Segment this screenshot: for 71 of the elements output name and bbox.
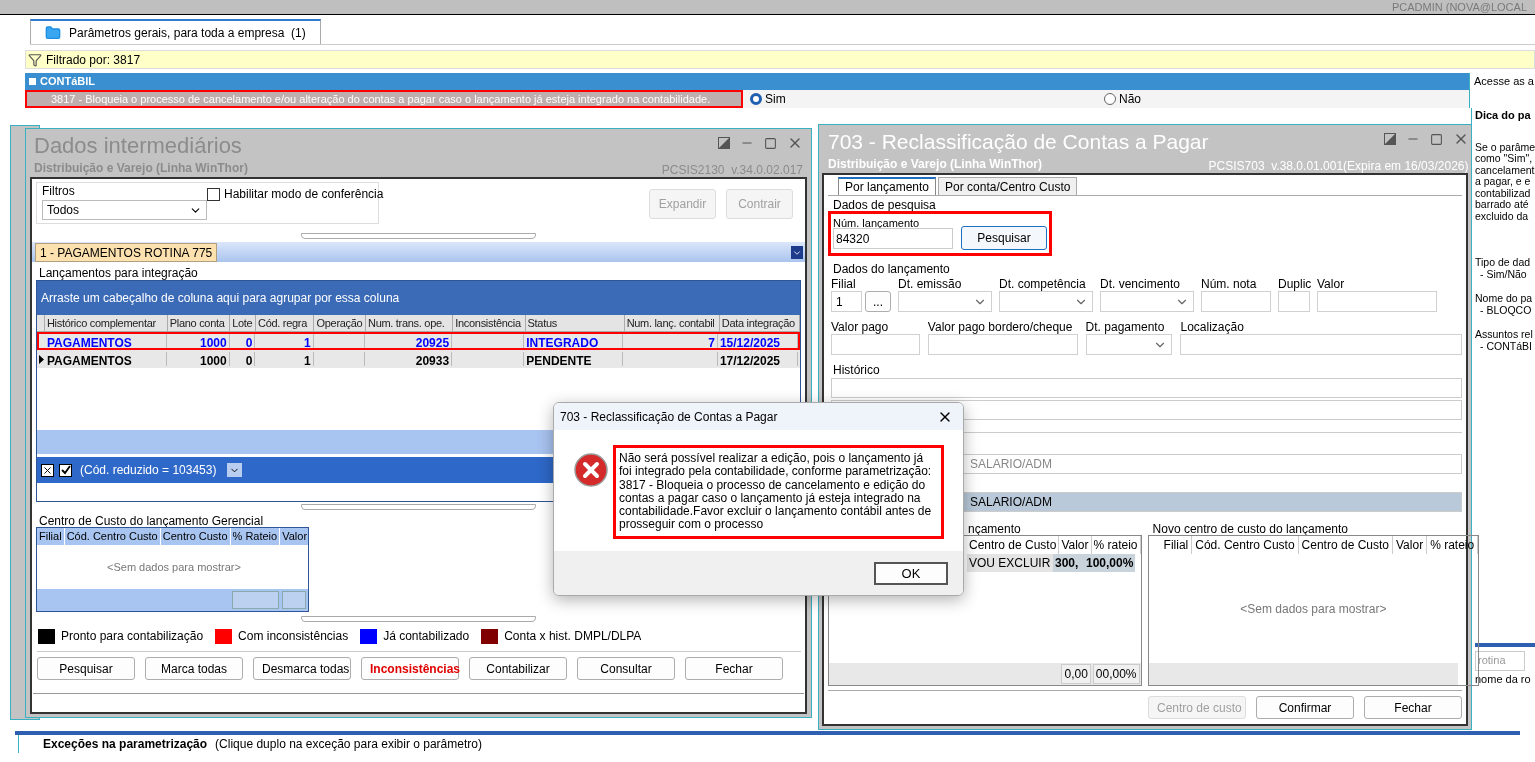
grid-cell: 0 xyxy=(229,352,256,366)
user-label: PCADMIN (NOVA@LOCAL xyxy=(1391,0,1527,14)
group-label: Dados de pesquisa xyxy=(833,197,937,211)
grid-cell: VOU EXCLUIR xyxy=(967,554,1053,572)
hint-text: Se o parâme como "Sim", cancelament a pagar, e e contabilizad barrado até excluido da xyxy=(1475,141,1535,222)
grid-cell: 20933 xyxy=(365,352,453,366)
grid-cell: 15/12/2025 xyxy=(717,334,798,348)
group-label: Filtros xyxy=(42,185,75,197)
grid-cell: 300, xyxy=(1053,554,1084,572)
grid-cell: 1 xyxy=(255,352,314,366)
empty-message: <Sem dados para mostrar> xyxy=(107,559,241,575)
total-cell: 0,00 xyxy=(1061,664,1091,684)
hint-label: Assuntos rel xyxy=(1475,329,1534,341)
field-label: Núm. lançamento xyxy=(833,216,921,228)
total-cell: 00,00% xyxy=(1092,664,1140,684)
field-label: Dt. emissão xyxy=(898,276,963,291)
hint-value: - BLOQCO xyxy=(1479,304,1533,316)
legend-label: Conta x hist. DMPL/DLPA xyxy=(504,628,642,645)
grid-cell: INTEGRADO xyxy=(524,334,624,348)
radio-label: Sim xyxy=(765,91,786,108)
group-label: Centro de Custo do lançamento Gerencial xyxy=(39,513,264,527)
field-label: Localização xyxy=(1180,319,1245,334)
grid-cell: PAGAMENTOS xyxy=(44,334,168,348)
filter-text: (Cód. reduzido = 103453) xyxy=(80,462,217,479)
empty-message: <Sem dados para mostrar> xyxy=(1240,600,1387,618)
grid-cell: 17/12/2025 xyxy=(717,352,798,366)
window-title: 703 - Reclassificação de Contas a Pagar xyxy=(828,129,1209,155)
field-label: Duplic xyxy=(1278,276,1310,291)
exceptions-note: (Clique duplo na exceção para exibir o parâmetro) xyxy=(215,736,482,753)
radio-label: Não xyxy=(1119,91,1141,108)
group-label: Novo centro de custo do lançamento xyxy=(1152,521,1349,535)
legend-label: Já contabilizado xyxy=(383,628,470,645)
group-label: nçamento xyxy=(968,521,1021,535)
group-title: CONTáBIL xyxy=(40,74,95,90)
field-label: Valor pago xyxy=(831,319,890,334)
hint-title: Dica do pa xyxy=(1475,110,1532,122)
hint-header: Acesse as a xyxy=(1474,74,1535,89)
field-label: Dt. competência xyxy=(999,276,1087,291)
field-label: Filial xyxy=(831,276,857,291)
hint-label: Nome do pa xyxy=(1475,293,1534,305)
hint-value: - CONTáBI xyxy=(1479,340,1533,352)
field-label: Histórico xyxy=(833,362,881,378)
field-label: Núm. nota xyxy=(1201,276,1258,291)
grid-cell: 1000 xyxy=(167,352,230,366)
grid-cell: 1000 xyxy=(167,334,230,348)
exceptions-title: Exceções na parametrização xyxy=(43,736,208,753)
group-label: Lançamentos para integração xyxy=(39,265,198,280)
grid-cell: 7 xyxy=(623,334,718,348)
hint-label: Tipo de dad xyxy=(1475,257,1532,269)
grid-cell: 100,00% xyxy=(1084,554,1136,572)
grid-cell: 20925 xyxy=(365,334,453,348)
dialog-title: 703 - Reclassificação de Contas a Pagar xyxy=(560,408,778,426)
field-label: Valor xyxy=(1317,276,1346,291)
grid-cell: PAGAMENTOS xyxy=(44,352,168,366)
grid-cell: 0 xyxy=(229,334,256,348)
field-label: Dt. pagamento xyxy=(1085,319,1166,334)
grid-cell: 1 xyxy=(255,334,314,348)
legend-label: Pronto para contabilização xyxy=(61,628,204,645)
field-label: Dt. vencimento xyxy=(1100,276,1182,291)
hint-label: nome da ro xyxy=(1475,673,1532,685)
field-label: Valor pago bordero/cheque xyxy=(927,319,1074,334)
window-subtitle: Distribuição e Varejo (Linha WinThor) xyxy=(828,156,1043,173)
hint-value: - Sim/Não xyxy=(1480,268,1528,280)
group-label: Dados do lançamento xyxy=(833,261,951,275)
grid-cell: PENDENTE xyxy=(524,352,624,366)
error-message: Não será possível realizar a edição, pois o lançamento já foi integrado pela contabilidade, conforme parametrização: 3817 - Bloqueia o processo de cancelamento e edição do contas a pagar caso o lançamento já esteja integrado na contabilidade.Favor excluir o lançamento contábil antes de prosseguir com o processo xyxy=(613,445,944,539)
version-label: PCSIS703 v.38.0.01.001(Expira em 16/03/2026) xyxy=(1208,158,1469,175)
group-by-panel: Arraste um cabeçalho de coluna aqui para agrupar por essa coluna xyxy=(37,281,800,315)
checkbox-label: Habilitar modo de conferência xyxy=(224,186,384,203)
legend-label: Com inconsistências xyxy=(238,628,349,645)
filter-text: Filtrado por: 3817 xyxy=(46,51,141,69)
